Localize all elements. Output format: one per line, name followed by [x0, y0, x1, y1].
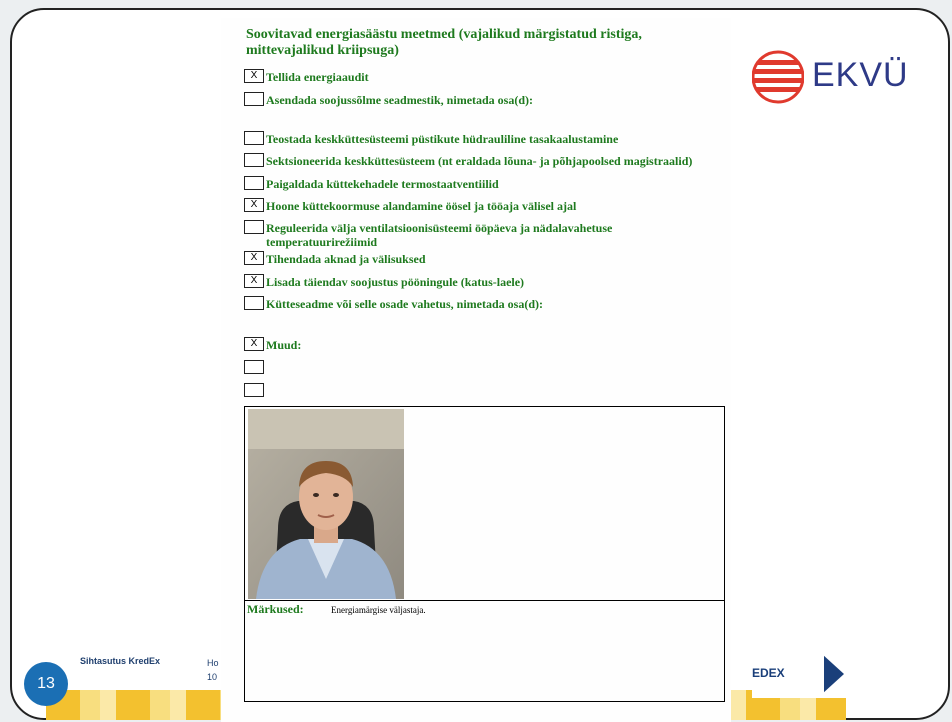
issuer-photo	[248, 409, 404, 599]
ekvu-logo-icon	[752, 50, 804, 104]
label-thermostatic-valves: Paigaldada küttekehadele termostaatventi…	[266, 177, 499, 191]
checkbox-seal-windows[interactable]: X	[244, 251, 264, 265]
checkbox-extra-1[interactable]	[244, 360, 264, 374]
label-ventilation-regulation: Reguleerida välja ventilatsioonisüsteemi…	[266, 221, 613, 249]
label-heat-substation: Asendada soojussõlme seadmestik, nimetad…	[266, 93, 534, 107]
footer-address-line1: Ho	[207, 658, 219, 668]
label-heating-device-replacement: Kütteseadme või selle osade vahetus, nim…	[266, 297, 543, 311]
footer-organization: Sihtasutus KredEx	[80, 656, 161, 666]
form-heading: Soovitavad energiasäästu meetmed (vajali…	[246, 27, 716, 59]
slide-number-badge: 13	[24, 662, 68, 706]
footer-address-line2: 10	[207, 672, 218, 682]
checkbox-other[interactable]: X	[244, 337, 264, 351]
checkbox-thermostatic-valves[interactable]	[244, 176, 264, 190]
checkbox-sectioning[interactable]	[244, 153, 264, 167]
label-seal-windows: Tihendada aknad ja välisuksed	[266, 252, 426, 266]
checkbox-ventilation-regulation[interactable]	[244, 220, 264, 234]
label-other: Muud:	[266, 338, 302, 352]
checkbox-attic-insulation[interactable]: X	[244, 274, 264, 288]
checkbox-energy-audit[interactable]: X	[244, 69, 264, 83]
label-sectioning: Sektsioneerida keskküttesüsteem (nt eral…	[266, 154, 693, 168]
label-heating-load-reduction: Hoone küttekoormuse alandamine öösel ja …	[266, 199, 577, 213]
form-heading-line1: Soovitavad energiasäästu meetmed (vajali…	[246, 27, 642, 42]
label-attic-insulation: Lisada täiendav soojustus pööningule (ka…	[266, 275, 525, 289]
kredex-logo-text: EDEX	[752, 666, 785, 680]
checkbox-heating-load-reduction[interactable]: X	[244, 198, 264, 212]
checkbox-hydraulic-balancing[interactable]	[244, 131, 264, 145]
remarks-text: Energiamärgise väljastaja.	[331, 605, 426, 615]
checkbox-heating-device-replacement[interactable]	[244, 296, 264, 310]
footer-address: Ho 10	[207, 656, 219, 684]
label-hydraulic-balancing: Teostada keskküttesüsteemi püstikute hüd…	[266, 132, 619, 146]
remarks-label: Märkused:	[247, 602, 304, 616]
checkbox-extra-2[interactable]	[244, 383, 264, 397]
ekvu-logo-text: EKVÜ	[812, 56, 909, 94]
remarks-divider	[244, 600, 725, 601]
form-heading-line2: mittevajalikud kriipsuga)	[246, 43, 399, 58]
checkbox-heat-substation[interactable]	[244, 92, 264, 106]
label-energy-audit: Tellida energiaaudit	[266, 70, 369, 84]
